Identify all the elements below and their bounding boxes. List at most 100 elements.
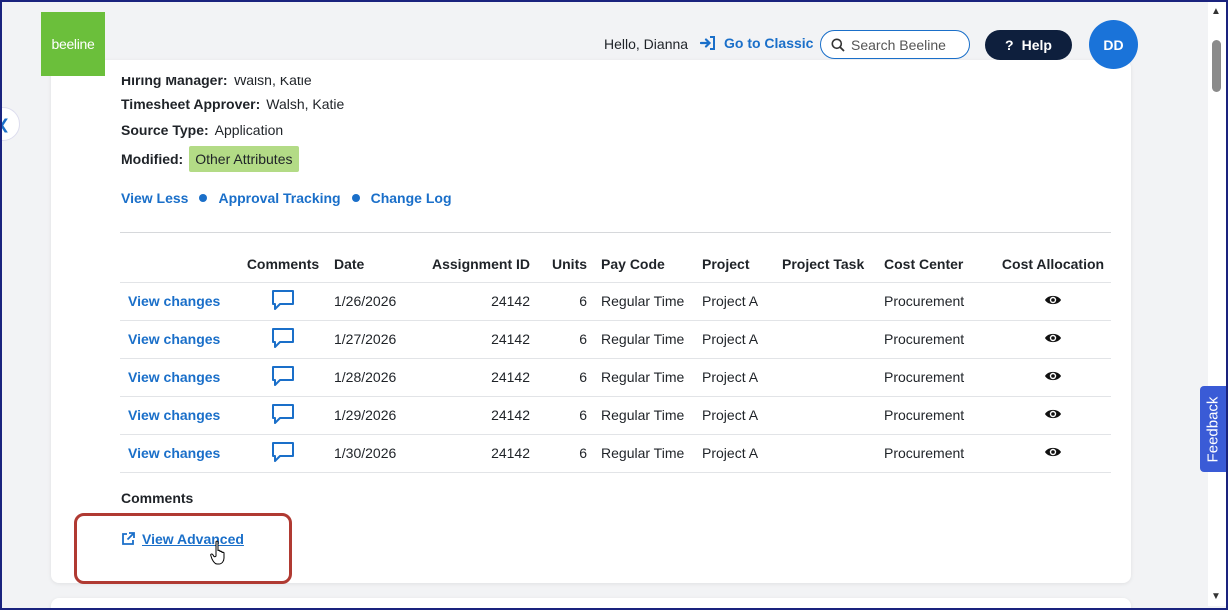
cost-allocation-cell — [995, 357, 1111, 396]
comment-icon[interactable] — [271, 327, 295, 349]
assignment-id-cell: 24142 — [428, 281, 535, 320]
comment-icon-cell — [238, 281, 328, 320]
col-assignment-id: Assignment ID — [432, 255, 531, 272]
scroll-up-arrow-icon[interactable]: ▲ — [1211, 6, 1221, 17]
question-icon: ? — [1005, 37, 1014, 53]
col-units: Units — [552, 255, 588, 272]
cost-center-cell: Procurement — [880, 319, 996, 358]
hand-cursor-icon — [210, 540, 225, 565]
view-changes-link[interactable]: View changes — [120, 281, 238, 320]
feedback-tab[interactable]: Feedback — [1200, 386, 1226, 472]
divider — [120, 232, 1111, 233]
assignment-id-cell: 24142 — [428, 433, 535, 473]
modified-row: Modified: Other Attributes — [121, 146, 299, 172]
project-task-cell — [778, 433, 881, 473]
col-cost-allocation: Cost Allocation — [1001, 255, 1105, 272]
comment-icon[interactable] — [271, 403, 295, 425]
search-input[interactable] — [851, 36, 961, 53]
feedback-label: Feedback — [1204, 396, 1222, 462]
modified-label: Modified: — [121, 151, 184, 167]
scroll-down-arrow-icon[interactable]: ▼ — [1211, 591, 1221, 602]
approver-label: Timesheet Approver: — [121, 96, 261, 112]
app-header: beeline Hello, Dianna Go to Classic ? He… — [0, 0, 1200, 88]
view-less-link[interactable]: View Less — [121, 190, 188, 206]
col-cost-center: Cost Center — [884, 255, 964, 272]
col-comments: Comments — [246, 255, 320, 272]
help-button[interactable]: ? Help — [985, 30, 1072, 60]
beeline-logo[interactable]: beeline — [41, 12, 105, 76]
project-task-cell — [778, 357, 881, 396]
go-to-classic-label: Go to Classic — [724, 35, 814, 51]
comment-icon-cell — [238, 395, 328, 434]
comments-heading: Comments — [121, 490, 194, 506]
cost-allocation-cell — [995, 395, 1111, 434]
table-header-row: Comments Date Assignment ID Units Pay Co… — [120, 246, 1111, 282]
date-cell: 1/28/2026 — [328, 357, 428, 396]
cost-allocation-cell — [995, 433, 1111, 473]
table-row: View changes 1/27/2026 24142 6 Regular Time P… — [120, 319, 1111, 358]
help-label: Help — [1021, 37, 1052, 53]
cost-center-cell: Procurement — [880, 357, 996, 396]
eye-icon[interactable] — [1044, 407, 1062, 421]
modified-badge: Other Attributes — [189, 146, 299, 172]
col-pay-code: Pay Code — [601, 255, 665, 272]
separator-dot — [199, 194, 208, 202]
eye-icon[interactable] — [1044, 331, 1062, 345]
eye-icon[interactable] — [1044, 369, 1062, 383]
pay-code-cell: Regular Time — [591, 433, 699, 473]
eye-icon[interactable] — [1044, 293, 1062, 307]
project-cell: Project A — [698, 357, 779, 396]
scroll-thumb[interactable] — [1212, 40, 1221, 92]
comment-icon[interactable] — [271, 365, 295, 387]
date-cell: 1/29/2026 — [328, 395, 428, 434]
units-cell: 6 — [534, 319, 592, 358]
comment-icon-cell — [238, 433, 328, 473]
date-cell: 1/26/2026 — [328, 281, 428, 320]
source-type-value: Application — [214, 122, 284, 138]
units-cell: 6 — [534, 281, 592, 320]
avatar[interactable]: DD — [1089, 20, 1138, 69]
assignment-id-cell: 24142 — [428, 357, 535, 396]
chevron-left-icon: ❮ — [0, 116, 10, 133]
highlight-box — [74, 513, 292, 584]
view-changes-link[interactable]: View changes — [120, 357, 238, 396]
search-box[interactable] — [820, 30, 970, 59]
approver-value: Walsh, Katie — [266, 96, 345, 112]
project-cell: Project A — [698, 319, 779, 358]
view-changes-link[interactable]: View changes — [120, 433, 238, 473]
pay-code-cell: Regular Time — [591, 395, 699, 434]
units-cell: 6 — [534, 433, 592, 473]
project-task-cell — [778, 281, 881, 320]
col-project-task: Project Task — [782, 255, 865, 272]
date-cell: 1/30/2026 — [328, 433, 428, 473]
collapse-sidebar-button[interactable]: ❮ — [0, 107, 20, 141]
go-to-classic-link[interactable]: Go to Classic — [700, 35, 813, 51]
date-cell: 1/27/2026 — [328, 319, 428, 358]
cost-allocation-cell — [995, 319, 1111, 358]
assignment-id-cell: 24142 — [428, 395, 535, 434]
comment-icon[interactable] — [271, 441, 295, 463]
assignment-id-cell: 24142 — [428, 319, 535, 358]
source-type-row: Source Type: Application — [121, 122, 283, 138]
greeting: Hello, Dianna — [604, 36, 689, 52]
col-project: Project — [702, 255, 750, 272]
approval-tracking-link[interactable]: Approval Tracking — [218, 190, 340, 206]
units-cell: 6 — [534, 357, 592, 396]
comment-icon[interactable] — [271, 289, 295, 311]
project-cell: Project A — [698, 395, 779, 434]
cost-allocation-cell — [995, 281, 1111, 320]
change-log-link[interactable]: Change Log — [371, 190, 452, 206]
cost-center-cell: Procurement — [880, 433, 996, 473]
logo-text: beeline — [51, 36, 95, 52]
view-changes-link[interactable]: View changes — [120, 319, 238, 358]
project-cell: Project A — [698, 281, 779, 320]
units-cell: 6 — [534, 395, 592, 434]
view-changes-link[interactable]: View changes — [120, 395, 238, 434]
eye-icon[interactable] — [1044, 445, 1062, 459]
comment-icon-cell — [238, 357, 328, 396]
project-task-cell — [778, 319, 881, 358]
vertical-scrollbar[interactable]: ▲ ▼ — [1208, 2, 1226, 606]
table-row: View changes 1/30/2026 24142 6 Regular Time P… — [120, 433, 1111, 473]
pay-code-cell: Regular Time — [591, 319, 699, 358]
pay-code-cell: Regular Time — [591, 357, 699, 396]
